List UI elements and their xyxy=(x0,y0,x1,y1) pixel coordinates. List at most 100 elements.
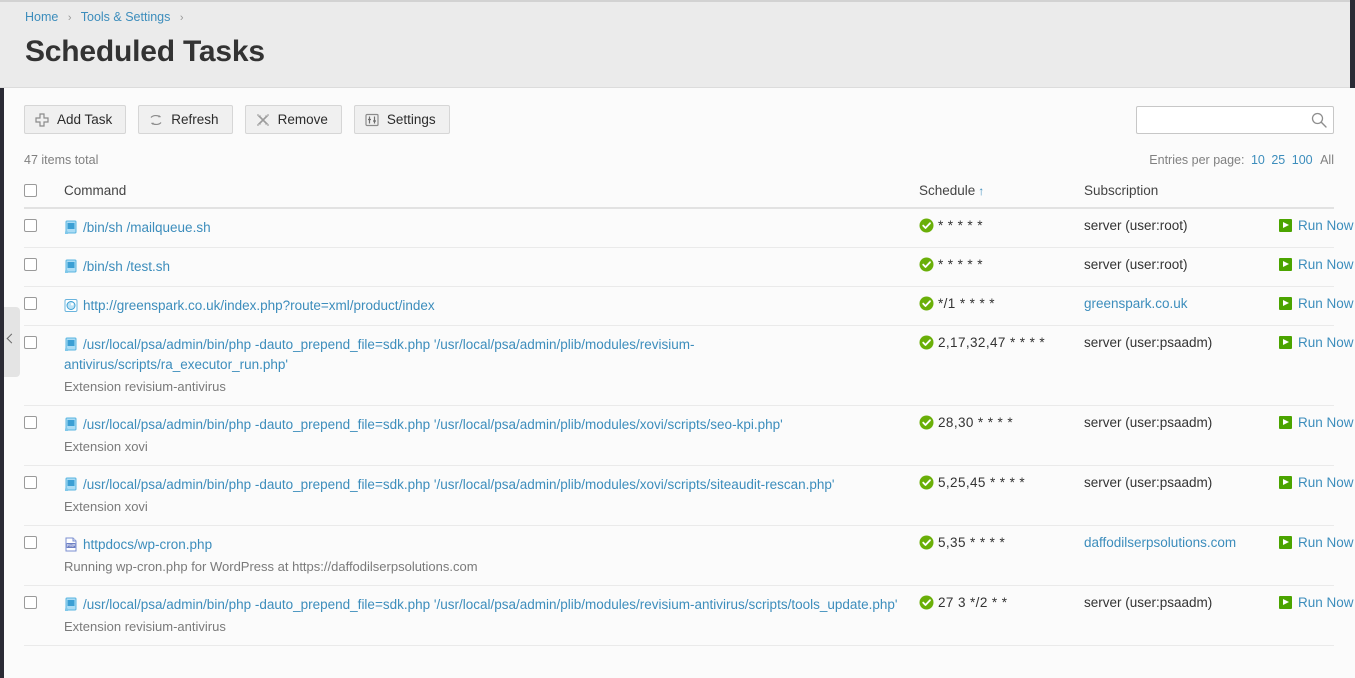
entries-option-all[interactable]: All xyxy=(1320,153,1334,167)
command-link[interactable]: /bin/sh /mailqueue.sh xyxy=(83,220,211,235)
run-now-button[interactable]: Run Now xyxy=(1279,595,1354,610)
table-row: /bin/sh /mailqueue.sh * * * * * server (us… xyxy=(24,209,1354,248)
left-rail xyxy=(0,88,4,678)
actions-cell: Run Now xyxy=(1279,248,1354,283)
plus-icon xyxy=(34,112,50,128)
play-icon xyxy=(1279,258,1292,271)
breadcrumb: Home › Tools & Settings › xyxy=(25,9,190,26)
run-now-label: Run Now xyxy=(1298,535,1354,550)
column-header-subscription[interactable]: Subscription xyxy=(1084,183,1158,198)
header-top-divider xyxy=(0,0,1355,2)
command-link[interactable]: httpdocs/wp-cron.php xyxy=(83,537,212,552)
subscription-link[interactable]: greenspark.co.uk xyxy=(1084,296,1188,311)
run-now-label: Run Now xyxy=(1298,475,1354,490)
row-select-checkbox[interactable] xyxy=(24,336,37,349)
command-description: Extension revisium-antivirus xyxy=(64,619,226,634)
actions-cell: Run Now xyxy=(1279,586,1354,621)
refresh-button[interactable]: Refresh xyxy=(138,105,233,134)
entries-option-100[interactable]: 100 xyxy=(1292,153,1313,167)
schedule-cell: 27 3 */2 * * xyxy=(919,586,1084,619)
breadcrumb-item-home[interactable]: Home xyxy=(25,10,58,24)
entries-per-page: Entries per page: 10 25 100 All xyxy=(1149,153,1334,167)
play-icon xyxy=(1279,596,1292,609)
items-total-label: 47 items total xyxy=(24,153,99,167)
run-now-button[interactable]: Run Now xyxy=(1279,296,1354,311)
command-link[interactable]: /usr/local/psa/admin/bin/php -dauto_prep… xyxy=(83,417,783,432)
sort-ascending-icon[interactable]: ↑ xyxy=(978,184,984,198)
table-row: /usr/local/psa/admin/bin/php -dauto_prep… xyxy=(24,326,1354,406)
subscription-link[interactable]: daffodilserpsolutions.com xyxy=(1084,535,1236,550)
breadcrumb-separator-icon-2: › xyxy=(179,12,184,24)
remove-button-label: Remove xyxy=(277,112,328,127)
select-all-checkbox[interactable] xyxy=(24,184,37,197)
scheduled-tasks-page: Home › Tools & Settings › Scheduled Task… xyxy=(0,0,1355,678)
row-select-cell xyxy=(24,287,64,310)
subscription-value: server (user:root) xyxy=(1084,218,1188,233)
actions-cell: Run Now xyxy=(1279,287,1354,322)
status-enabled-icon xyxy=(919,595,934,610)
run-now-button[interactable]: Run Now xyxy=(1279,218,1354,233)
toolbar: Add Task Refresh Remove Settings xyxy=(24,105,450,134)
breadcrumb-separator-icon: › xyxy=(67,12,72,24)
command-link[interactable]: /usr/local/psa/admin/bin/php -dauto_prep… xyxy=(64,337,695,372)
command-link[interactable]: /bin/sh /test.sh xyxy=(83,259,170,274)
search-input[interactable] xyxy=(1137,107,1307,133)
run-now-button[interactable]: Run Now xyxy=(1279,335,1354,350)
command-link[interactable]: http://greenspark.co.uk/index.php?route=… xyxy=(83,298,435,313)
row-select-checkbox[interactable] xyxy=(24,596,37,609)
actions-cell: Run Now xyxy=(1279,466,1354,501)
column-header-schedule[interactable]: Schedule xyxy=(919,183,975,198)
table-header-row: Command Schedule ↑ Subscription xyxy=(24,178,1334,209)
entries-option-25[interactable]: 25 xyxy=(1271,153,1285,167)
remove-button[interactable]: Remove xyxy=(244,105,342,134)
schedule-value: 5,35 * * * * xyxy=(938,535,1006,550)
column-header-command[interactable]: Command xyxy=(64,183,126,198)
subscription-cell: server (user:root) xyxy=(1084,248,1279,281)
subscription-cell: server (user:psaadm) xyxy=(1084,326,1279,359)
scheduled-tasks-table: Command Schedule ↑ Subscription /bin/sh /… xyxy=(24,178,1354,646)
run-now-button[interactable]: Run Now xyxy=(1279,415,1354,430)
status-enabled-icon xyxy=(919,296,934,311)
run-now-label: Run Now xyxy=(1298,595,1354,610)
refresh-button-label: Refresh xyxy=(171,112,219,127)
command-cell: /usr/local/psa/admin/bin/php -dauto_prep… xyxy=(64,586,919,645)
command-link[interactable]: /usr/local/psa/admin/bin/php -dauto_prep… xyxy=(83,477,834,492)
status-enabled-icon xyxy=(919,415,934,430)
command-link[interactable]: /usr/local/psa/admin/bin/php -dauto_prep… xyxy=(83,597,897,612)
schedule-value: 5,25,45 * * * * xyxy=(938,475,1026,490)
schedule-value: * * * * * xyxy=(938,218,983,233)
row-select-checkbox[interactable] xyxy=(24,536,37,549)
schedule-cell: * * * * * xyxy=(919,209,1084,242)
page-header: Home › Tools & Settings › Scheduled Task… xyxy=(0,0,1355,88)
settings-button[interactable]: Settings xyxy=(353,105,450,134)
entries-per-page-label: Entries per page: xyxy=(1149,153,1245,167)
add-task-button-label: Add Task xyxy=(57,112,113,127)
run-now-button[interactable]: Run Now xyxy=(1279,535,1354,550)
subscription-value: server (user:psaadm) xyxy=(1084,415,1213,430)
row-select-checkbox[interactable] xyxy=(24,416,37,429)
terminal-icon xyxy=(64,220,78,235)
status-enabled-icon xyxy=(919,535,934,550)
terminal-icon xyxy=(64,597,78,612)
row-select-checkbox[interactable] xyxy=(24,258,37,271)
entries-option-10[interactable]: 10 xyxy=(1251,153,1265,167)
terminal-icon xyxy=(64,417,78,432)
search-icon[interactable] xyxy=(1310,111,1328,129)
sidebar-collapse-button[interactable] xyxy=(4,307,20,377)
schedule-cell: 5,25,45 * * * * xyxy=(919,466,1084,499)
command-line: /usr/local/psa/admin/bin/php -dauto_prep… xyxy=(64,415,909,435)
breadcrumb-item-tools-settings[interactable]: Tools & Settings xyxy=(81,10,171,24)
actions-cell: Run Now xyxy=(1279,526,1354,561)
add-task-button[interactable]: Add Task xyxy=(24,105,127,134)
row-select-checkbox[interactable] xyxy=(24,476,37,489)
row-select-cell xyxy=(24,586,64,609)
search-box xyxy=(1136,106,1334,134)
subscription-value: server (user:psaadm) xyxy=(1084,595,1213,610)
run-now-button[interactable]: Run Now xyxy=(1279,475,1354,490)
column-header-actions-cell xyxy=(1279,178,1334,196)
table-row: /usr/local/psa/admin/bin/php -dauto_prep… xyxy=(24,586,1354,646)
run-now-button[interactable]: Run Now xyxy=(1279,257,1354,272)
command-line: /bin/sh /mailqueue.sh xyxy=(64,218,909,238)
row-select-checkbox[interactable] xyxy=(24,297,37,310)
row-select-checkbox[interactable] xyxy=(24,219,37,232)
